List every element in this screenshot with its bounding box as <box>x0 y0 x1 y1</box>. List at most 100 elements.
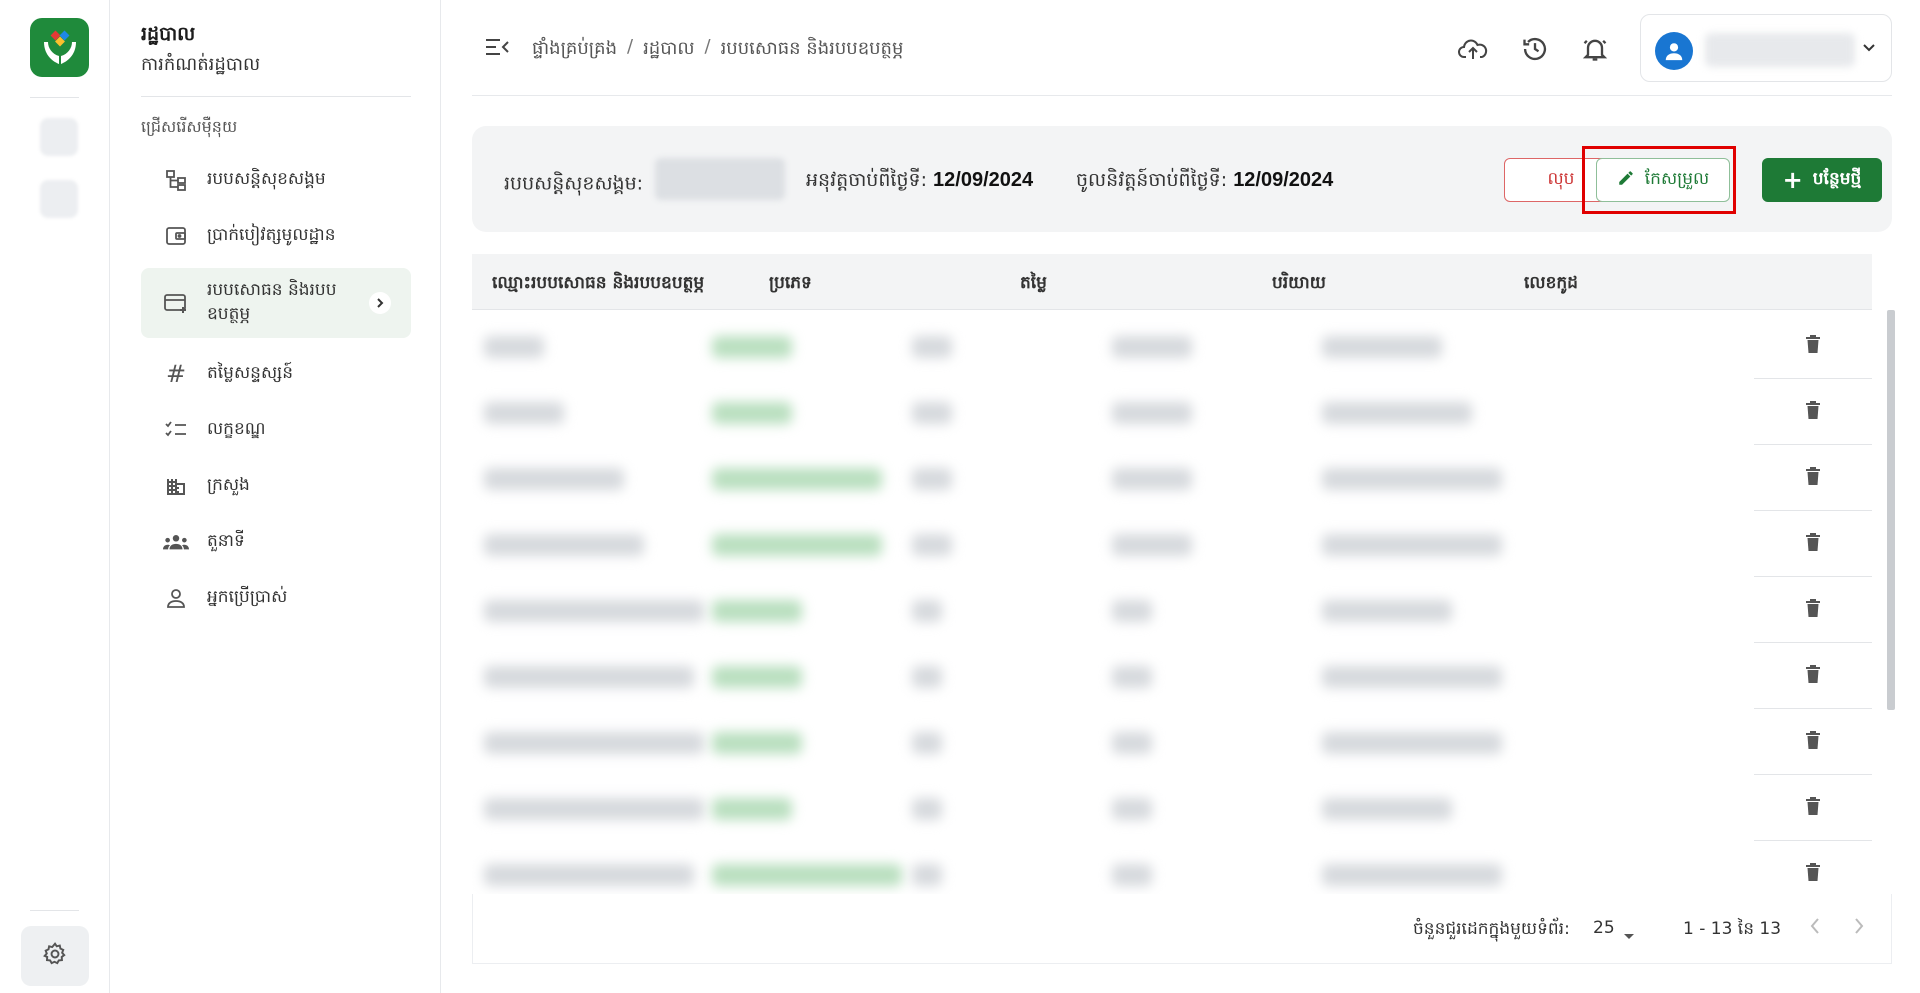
row-delete-button[interactable] <box>1754 842 1872 894</box>
trash-icon <box>1805 532 1821 556</box>
rail-app-item[interactable] <box>40 118 78 156</box>
table-row[interactable] <box>472 644 1872 709</box>
top-bar: ផ្ទាំងគ្រប់គ្រង / រដ្ឋបាល / របបសោធន និងរ… <box>472 0 1892 96</box>
redacted-cell <box>712 798 792 820</box>
trash-icon <box>1805 730 1821 754</box>
sidebar-item-base-salary[interactable]: ប្រាក់បៀវត្សមូលដ្ឋាន <box>141 212 411 260</box>
column-header-description[interactable]: បរិយាយ <box>1272 272 1326 297</box>
trash-icon <box>1805 334 1821 358</box>
sidebar-item-label: លក្ខខណ្ឌ <box>207 419 266 440</box>
building-icon <box>163 473 189 499</box>
column-header-type[interactable]: ប្រភេទ <box>769 272 812 297</box>
table-row[interactable] <box>472 578 1872 643</box>
row-delete-button[interactable] <box>1754 578 1872 643</box>
card-add-icon <box>163 290 189 316</box>
sidebar-item-ministry[interactable]: ក្រសួង <box>141 462 411 510</box>
wallet-icon <box>163 223 189 249</box>
row-delete-button[interactable] <box>1754 710 1872 775</box>
row-delete-button[interactable] <box>1754 446 1872 511</box>
row-delete-button[interactable] <box>1754 644 1872 709</box>
rows-per-page-select[interactable]: 25 <box>1593 918 1615 938</box>
sidebar-item-index-value[interactable]: # តម្លៃសន្ទស្សន៍ <box>141 350 411 398</box>
checklist-icon <box>163 417 189 443</box>
scheme-info: របបសន្តិសុខសង្គម: <box>504 158 786 200</box>
redacted-cell <box>712 666 802 688</box>
redacted-cell <box>912 798 942 820</box>
table-row[interactable] <box>472 314 1872 379</box>
edit-button[interactable]: កែសម្រួល <box>1596 158 1730 202</box>
add-new-button[interactable]: + បន្ថែមថ្មី <box>1762 158 1882 202</box>
settings-button[interactable] <box>21 926 89 986</box>
redacted-cell <box>484 864 694 886</box>
redacted-cell <box>912 534 952 556</box>
trash-icon <box>1805 598 1821 622</box>
user-menu[interactable] <box>1640 14 1892 82</box>
breadcrumb-item-admin[interactable]: រដ្ឋបាល <box>643 36 694 63</box>
edit-button-label: កែសម្រួល <box>1644 168 1710 189</box>
caret-down-icon[interactable] <box>1623 926 1635 945</box>
table-row[interactable] <box>472 512 1872 577</box>
sidebar-item-roles[interactable]: តួនាទី <box>141 518 411 566</box>
breadcrumb-item-dashboard[interactable]: ផ្ទាំងគ្រប់គ្រង <box>532 36 617 63</box>
trash-icon <box>1805 796 1821 820</box>
row-delete-button[interactable] <box>1754 776 1872 841</box>
table-row[interactable] <box>472 842 1872 894</box>
column-header-value[interactable]: តម្លៃ <box>1020 272 1047 297</box>
redacted-cell <box>1322 534 1502 556</box>
scheme-value-redacted <box>655 158 786 200</box>
redacted-cell <box>1322 468 1502 490</box>
row-delete-button[interactable] <box>1754 380 1872 445</box>
redacted-cell <box>484 468 624 490</box>
sidebar-divider <box>141 96 411 97</box>
entry-date-info: ចូលនិវត្តន៍ចាប់ពីថ្ងៃទី: 12/09/2024 <box>1076 168 1333 196</box>
redacted-cell <box>912 336 952 358</box>
sidebar-item-social-security[interactable]: របបសន្តិសុខសង្គម <box>141 156 411 204</box>
hands-logo-icon[interactable] <box>30 18 89 77</box>
redacted-cell <box>484 732 704 754</box>
row-delete-button[interactable] <box>1754 314 1872 379</box>
cloud-upload-icon[interactable] <box>1458 34 1488 64</box>
sidebar-item-label: តួនាទី <box>207 531 245 552</box>
sidebar-item-label: អ្នកប្រើប្រាស់ <box>207 587 288 608</box>
chevron-right-icon <box>369 292 391 314</box>
row-delete-button[interactable] <box>1754 512 1872 577</box>
table-scrollbar[interactable] <box>1886 310 1896 896</box>
redacted-cell <box>712 864 902 886</box>
redacted-cell <box>912 864 942 886</box>
redacted-cell <box>912 732 942 754</box>
gear-icon <box>42 941 68 971</box>
column-header-name[interactable]: ឈ្មោះរបបសោធន និងរបបឧបត្ថម្ភ <box>492 272 704 297</box>
redacted-cell <box>1322 666 1502 688</box>
effective-date-label: អនុវត្តចាប់ពីថ្ងៃទី: <box>806 169 927 191</box>
table-row[interactable] <box>472 380 1872 445</box>
bell-icon[interactable] <box>1580 34 1610 64</box>
effective-date-info: អនុវត្តចាប់ពីថ្ងៃទី: 12/09/2024 <box>806 168 1033 196</box>
sidebar-item-label: ប្រាក់បៀវត្សមូលដ្ឋាន <box>207 225 336 246</box>
trash-icon <box>1805 400 1821 424</box>
redacted-cell <box>484 600 704 622</box>
menu-collapse-icon[interactable] <box>484 36 510 62</box>
next-page-icon[interactable] <box>1851 916 1867 940</box>
rail-divider <box>30 97 79 98</box>
delete-button-label: លុប <box>1547 168 1575 189</box>
pencil-icon <box>1617 169 1635 192</box>
sidebar-subtitle: ការកំណត់រដ្ឋបាល <box>141 54 261 75</box>
scrollbar-thumb[interactable] <box>1887 310 1895 710</box>
redacted-cell <box>712 600 802 622</box>
prev-page-icon[interactable] <box>1807 916 1823 940</box>
redacted-cell <box>1112 336 1192 358</box>
table-row[interactable] <box>472 710 1872 775</box>
table-row[interactable] <box>472 446 1872 511</box>
redacted-cell <box>912 600 942 622</box>
table-row[interactable] <box>472 776 1872 841</box>
sidebar-item-users[interactable]: អ្នកប្រើប្រាស់ <box>141 574 411 622</box>
column-header-code[interactable]: លេខកូដ <box>1524 272 1578 297</box>
sidebar-item-pension-allowance[interactable]: របបសោធន និងរបបឧបត្ថម្ភ <box>141 268 411 338</box>
redacted-cell <box>1322 336 1442 358</box>
history-icon[interactable] <box>1520 34 1550 64</box>
sidebar-item-conditions[interactable]: លក្ខខណ្ឌ <box>141 406 411 454</box>
plus-icon: + <box>1782 166 1803 194</box>
rail-app-item[interactable] <box>40 180 78 218</box>
entry-date-label: ចូលនិវត្តន៍ចាប់ពីថ្ងៃទី: <box>1076 169 1228 191</box>
redacted-cell <box>912 402 952 424</box>
